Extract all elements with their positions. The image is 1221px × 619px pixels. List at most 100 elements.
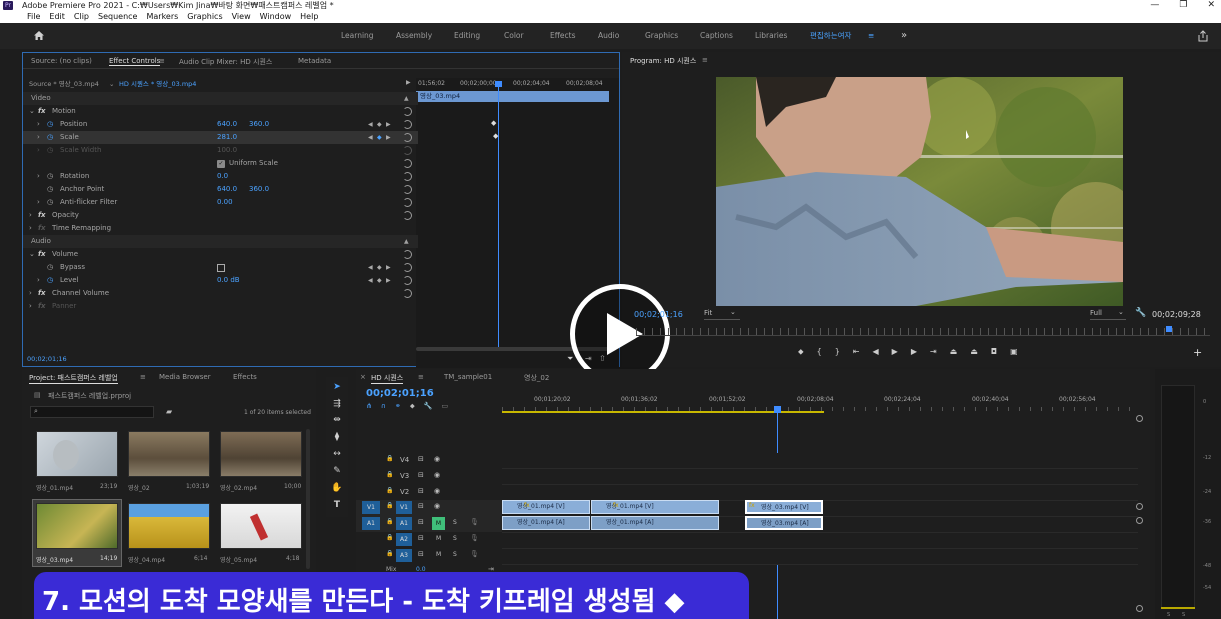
- lock-icon[interactable]: 🔒: [386, 518, 393, 525]
- thumbnail-clip-05[interactable]: [220, 503, 302, 549]
- add-marker-icon[interactable]: ⬥: [410, 402, 415, 411]
- video-clip-selected[interactable]: 영상_03.mp4 [V]: [745, 500, 823, 514]
- zoom-handle-icon[interactable]: [1136, 517, 1143, 524]
- pen-tool-icon[interactable]: ✎: [331, 465, 343, 477]
- add-keyframe-icon[interactable]: ◆: [377, 118, 382, 131]
- lock-icon[interactable]: 🔒: [386, 455, 393, 462]
- type-tool-icon[interactable]: T: [331, 499, 343, 511]
- audio-clip-selected[interactable]: 영상_03.mp4 [A]: [745, 516, 823, 530]
- chevron-down-icon[interactable]: ⌄: [730, 308, 736, 316]
- workspace-color[interactable]: Color: [504, 23, 524, 49]
- stopwatch-icon[interactable]: ◷: [47, 118, 53, 131]
- solo-left-button[interactable]: S: [1167, 612, 1170, 618]
- maximize-icon[interactable]: ❐: [1179, 0, 1187, 11]
- menu-sequence[interactable]: Sequence: [98, 11, 137, 23]
- collapse-icon[interactable]: ▲: [404, 235, 409, 248]
- position-x-value[interactable]: 640.0: [217, 118, 237, 131]
- track-name[interactable]: A1: [396, 517, 412, 530]
- stopwatch-icon[interactable]: ◷: [47, 131, 53, 144]
- share-icon[interactable]: [1197, 30, 1209, 42]
- expand-arrow-icon[interactable]: ›: [37, 274, 40, 287]
- reset-icon[interactable]: [403, 120, 412, 129]
- reset-icon[interactable]: [403, 276, 412, 285]
- menu-window[interactable]: Window: [260, 11, 292, 23]
- captions-icon[interactable]: ▭: [442, 402, 449, 411]
- audio-clip[interactable]: 영상_01.mp4 [A]: [591, 516, 719, 530]
- reset-icon[interactable]: [403, 211, 412, 220]
- sequence-clip-name[interactable]: HD 시퀀스 * 영상_03.mp4: [119, 78, 196, 91]
- program-playhead[interactable]: [1166, 326, 1172, 332]
- stopwatch-icon[interactable]: ◷: [47, 170, 53, 183]
- tab-effects[interactable]: Effects: [233, 373, 257, 381]
- reset-icon[interactable]: [403, 198, 412, 207]
- next-keyframe-icon[interactable]: ▶: [386, 261, 391, 274]
- stopwatch-icon[interactable]: ◷: [47, 196, 53, 209]
- razor-tool-icon[interactable]: ⧫: [331, 431, 343, 443]
- workspace-audio[interactable]: Audio: [598, 23, 619, 49]
- video-clip[interactable]: 영상_01.mp4 [V]: [502, 500, 590, 514]
- uniform-scale-checkbox[interactable]: ✓: [217, 160, 225, 168]
- keyframe-clip-bar[interactable]: 영상_03.mp4: [416, 91, 609, 102]
- toggle-sync-icon[interactable]: ⊟: [418, 518, 424, 526]
- menu-view[interactable]: View: [232, 11, 251, 23]
- minimize-icon[interactable]: —: [1150, 0, 1159, 11]
- workspace-learning[interactable]: Learning: [341, 23, 374, 49]
- mute-button[interactable]: M: [436, 551, 441, 558]
- expand-arrow-icon[interactable]: ⌄: [29, 105, 35, 118]
- play-only-audio-icon[interactable]: ▶: [406, 79, 411, 86]
- reset-icon[interactable]: [403, 159, 412, 168]
- keyframe-diamond-icon[interactable]: ◆: [491, 119, 496, 127]
- workspace-assembly[interactable]: Assembly: [396, 23, 432, 49]
- mute-button[interactable]: M: [436, 535, 441, 542]
- expand-arrow-icon[interactable]: ⌄: [29, 248, 35, 261]
- filter-icon[interactable]: ⏷: [567, 354, 573, 364]
- eye-icon[interactable]: ◉: [434, 502, 440, 510]
- keyframe-ruler[interactable]: 01;56;02 00;02;00;00 00;02;04;04 00;02;0…: [416, 78, 619, 90]
- toggle-sync-icon[interactable]: ⊟: [418, 502, 424, 510]
- camera-icon[interactable]: ◘: [991, 347, 997, 359]
- hand-tool-icon[interactable]: ✋: [331, 482, 343, 494]
- snap-icon[interactable]: ∩: [381, 402, 386, 411]
- menu-help[interactable]: Help: [300, 11, 318, 23]
- close-icon[interactable]: ✕: [1207, 0, 1215, 11]
- menu-file[interactable]: File: [27, 11, 40, 23]
- menu-edit[interactable]: Edit: [49, 11, 65, 23]
- reset-icon[interactable]: [403, 289, 412, 298]
- next-keyframe-icon[interactable]: ▶: [386, 118, 391, 131]
- program-menu-icon[interactable]: ≡: [702, 56, 708, 64]
- toggle-sync-icon[interactable]: ⊟: [418, 550, 424, 558]
- source-clip-name[interactable]: Source * 영상_03.mp4: [29, 78, 99, 91]
- level-value[interactable]: 0.0 dB: [217, 274, 240, 287]
- timeline-ruler[interactable]: 00;01;20;02 00;01;36;02 00;01;52;02 00;0…: [502, 393, 1138, 413]
- workspace-libraries[interactable]: Libraries: [755, 23, 787, 49]
- timeline-playhead-handle[interactable]: [774, 406, 781, 413]
- solo-button[interactable]: S: [453, 535, 457, 542]
- tab-hd-sequence[interactable]: HD 시퀀스: [371, 373, 404, 384]
- thumbnail-clip-01[interactable]: [36, 431, 118, 477]
- expand-arrow-icon[interactable]: ›: [29, 222, 32, 235]
- menu-clip[interactable]: Clip: [74, 11, 89, 23]
- project-search-input[interactable]: ⌕: [30, 406, 154, 418]
- next-keyframe-icon[interactable]: ▶: [386, 131, 391, 144]
- mark-in-icon[interactable]: {: [817, 347, 822, 359]
- fx-icon[interactable]: fx: [38, 105, 46, 118]
- thumbnail-clip-02-mp4[interactable]: [220, 431, 302, 477]
- eye-icon[interactable]: ◉: [434, 455, 440, 463]
- expand-arrow-icon[interactable]: ›: [37, 131, 40, 144]
- reset-icon[interactable]: [403, 185, 412, 194]
- tab-clip-02[interactable]: 영상_02: [524, 373, 549, 383]
- prev-keyframe-icon[interactable]: ◀: [368, 261, 373, 274]
- tab-metadata[interactable]: Metadata: [298, 57, 331, 65]
- workspace-graphics[interactable]: Graphics: [645, 23, 678, 49]
- step-forward-icon[interactable]: ▶: [911, 347, 917, 359]
- menu-markers[interactable]: Markers: [146, 11, 178, 23]
- expand-arrow-icon[interactable]: ›: [29, 287, 32, 300]
- expand-arrow-icon[interactable]: ›: [37, 170, 40, 183]
- fx-icon[interactable]: fx: [38, 209, 46, 222]
- program-timecode[interactable]: 00;02;01;16: [634, 310, 683, 319]
- toggle-sync-icon[interactable]: ⊟: [418, 534, 424, 542]
- mute-button[interactable]: M: [432, 517, 445, 530]
- wrench-icon[interactable]: 🔧: [1135, 308, 1146, 318]
- fx-icon[interactable]: fx: [38, 248, 46, 261]
- track-name[interactable]: A3: [396, 549, 412, 562]
